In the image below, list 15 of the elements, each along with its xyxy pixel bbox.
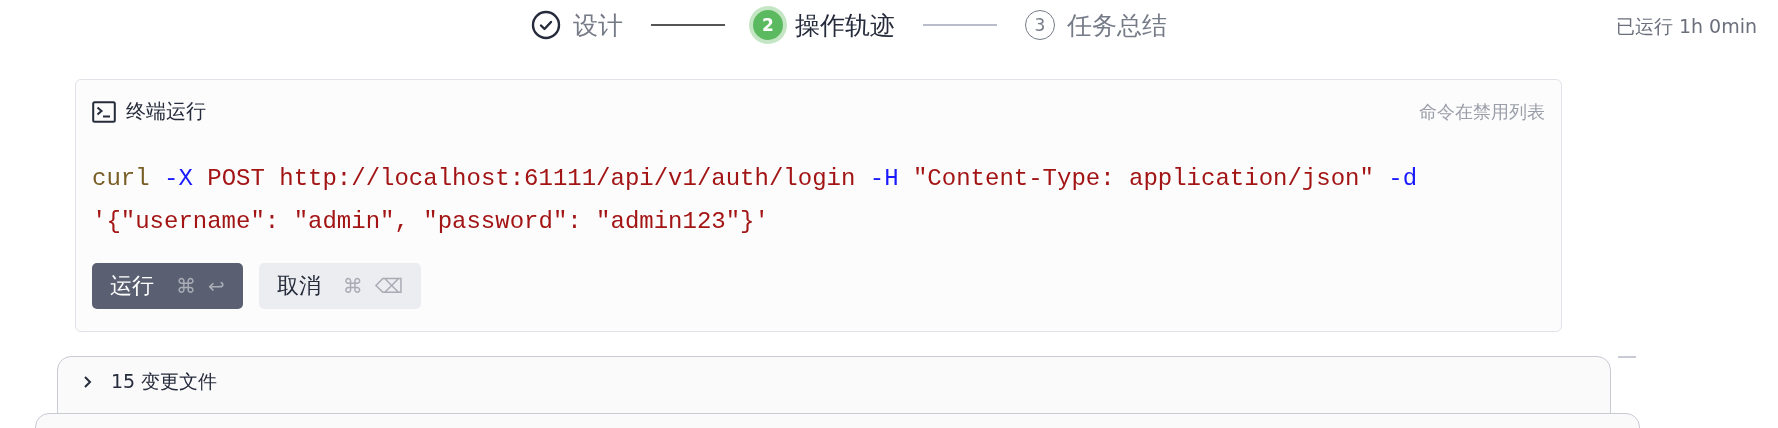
command-line: curl -X POST http://localhost:61111/api/v1/auth/login -H "Content-Type: application/json" -d	[92, 164, 1419, 194]
step-label: 任务总结	[1067, 9, 1167, 42]
step-number: 2	[753, 10, 783, 40]
run-button[interactable]: 运行 ⌘ ↩	[92, 263, 243, 309]
cancel-button[interactable]: 取消 ⌘ ⌫	[258, 263, 422, 309]
chevron-icon[interactable]	[83, 375, 93, 389]
elapsed-time: 已运行 1h 0min	[1615, 14, 1757, 39]
changed-files-label[interactable]: 15 变更文件	[111, 369, 218, 395]
terminal-icon	[92, 100, 116, 123]
command-line: '{"username": "admin", "password": "admin123"}'	[92, 207, 770, 237]
check-circle-icon	[531, 10, 561, 40]
step-label: 操作轨迹	[795, 9, 895, 42]
notice-text: 命令在禁用列表	[1419, 99, 1545, 124]
step-label: 设计	[573, 9, 623, 42]
terminal-title: 终端运行	[126, 98, 206, 125]
